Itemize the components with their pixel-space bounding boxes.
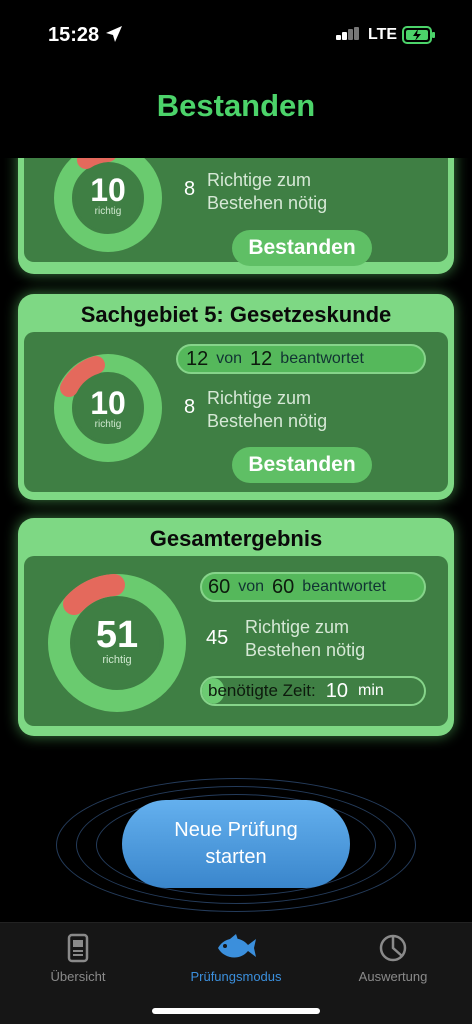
answered-pill: 12 von 12 beantwortet [176,344,426,374]
home-indicator [152,1008,320,1014]
total-title: Gesamtergebnis [149,526,323,551]
time-pill: benötigte Zeit: 10 min [200,676,426,706]
correct-label: richtig [94,206,122,217]
tab-label: Übersicht [50,969,106,984]
results-scroll-area[interactable]: 10 richtig 8 Richtige zum Bestehen nötig… [0,158,472,778]
correct-count: 10 [90,172,126,208]
total-total-count: 60 [272,575,295,598]
tab-exam-mode[interactable]: Prüfungsmodus [166,933,306,984]
subject-card: 10 richtig 8 Richtige zum Bestehen nötig… [18,158,454,274]
fish-icon [218,934,256,958]
correct-count: 10 [90,385,126,421]
score-ring-center: 10 richtig [68,387,148,430]
subject-card-body: 10 richtig 8 Richtige zum Bestehen nötig… [24,158,448,266]
subject-card: Sachgebiet 5: Gesetzeskunde 12 von 12 be… [18,294,454,500]
time-unit: min [358,682,384,699]
total-correct-label: richtig [102,654,132,666]
passed-badge: Bestanden [232,230,372,266]
total-result-card: Gesamtergebnis 51 richtig 60 von 60 bean… [18,518,454,736]
total-needed-count: 45 [206,627,229,649]
needed-text: Richtige zum Bestehen nötig [207,388,328,431]
passed-badge: Bestanden [232,447,372,483]
correct-label: richtig [94,419,122,430]
score-ring-center: 10 richtig [68,174,148,217]
needed-count: 8 [184,396,196,418]
tab-evaluation[interactable]: Auswertung [323,933,463,984]
status-time: 15:28 [48,24,100,46]
needed-text: Richtige zum Bestehen nötig [207,170,328,213]
total-card-body: 51 richtig 60 von 60 beantwortet 45 Rich… [24,556,448,726]
subject-card-body: 12 von 12 beantwortet 10 richtig 8 Richt… [24,332,448,492]
tab-overview[interactable]: Übersicht [8,933,148,984]
subject-title: Sachgebiet 5: Gesetzeskunde [80,302,392,327]
tab-label: Prüfungsmodus [190,969,282,984]
total-count: 12 [250,347,273,370]
needed-count: 8 [184,178,196,200]
page-title: Bestanden [156,88,316,123]
new-exam-button[interactable]: Neue Prüfung starten [122,800,350,888]
of-word: von [216,350,243,367]
time-value: 10 [325,679,348,702]
pie-chart-icon [379,934,407,962]
signal-icon [336,27,359,40]
answered-count: 12 [186,347,209,370]
total-ring-center: 51 richtig [77,616,157,666]
total-answered-pill: 60 von 60 beantwortet [200,572,426,602]
answered-word: beantwortet [280,350,364,367]
battery-charging-icon [402,26,435,44]
tab-label: Auswertung [358,969,428,984]
status-bar: 15:28 LTE [0,0,472,70]
total-answered-word: beantwortet [302,578,386,595]
total-correct-count: 51 [95,614,139,656]
time-label: benötigte Zeit: [208,681,316,700]
total-needed-text: Richtige zum Bestehen nötig [245,617,366,660]
network-label: LTE [368,26,398,43]
document-icon [67,933,89,963]
total-of-word: von [238,578,265,595]
total-answered-count: 60 [208,575,231,598]
location-arrow-icon [106,26,122,42]
